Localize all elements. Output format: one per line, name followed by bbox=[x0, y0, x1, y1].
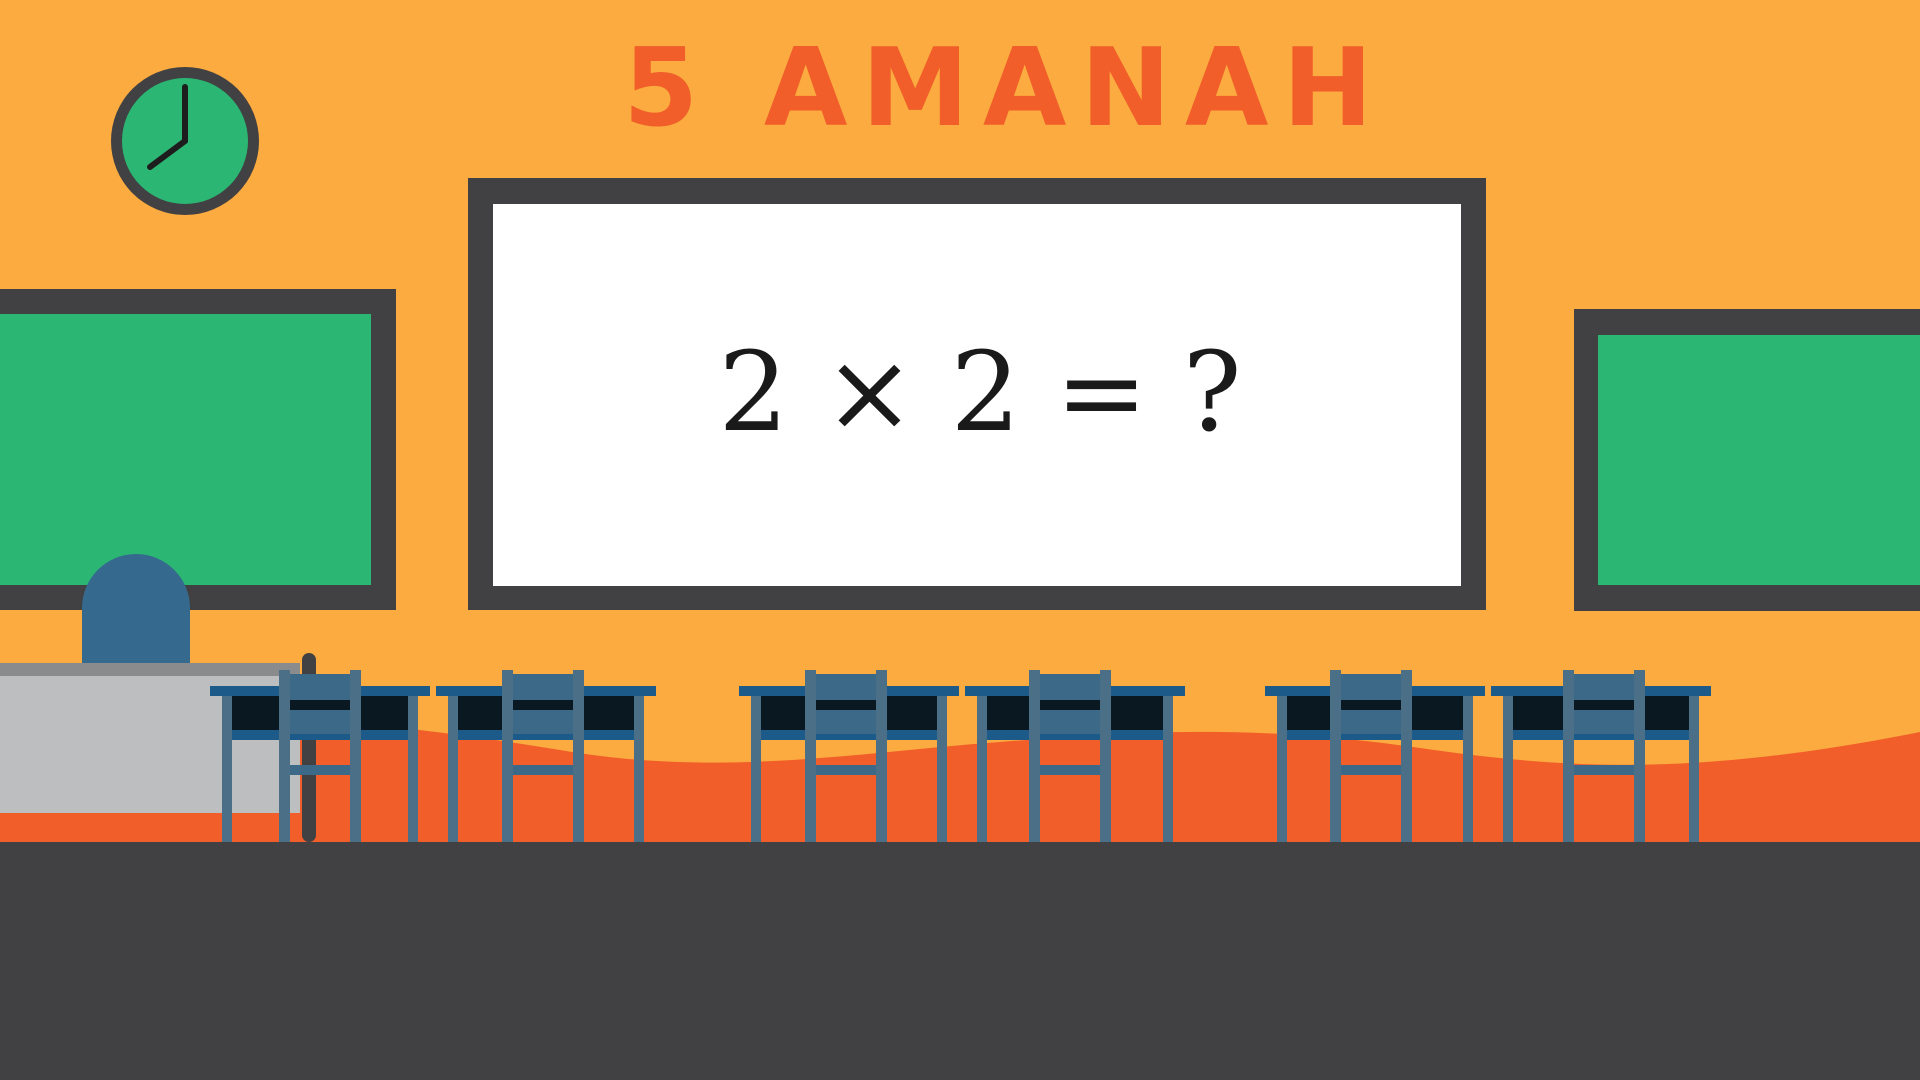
whiteboard-equation: 2 × 2 = ? bbox=[718, 328, 1241, 456]
floor bbox=[0, 842, 1920, 1080]
right-chalkboard bbox=[1574, 309, 1920, 611]
class-title: 5 AMANAH bbox=[623, 26, 1387, 151]
classroom-scene: 5 AMANAH 2 × 2 = ? bbox=[0, 0, 1920, 1080]
teacher-chair bbox=[82, 554, 190, 668]
classroom-illustration: 5 AMANAH 2 × 2 = ? bbox=[0, 0, 1920, 1080]
left-chalkboard bbox=[0, 289, 396, 610]
clock-icon bbox=[111, 67, 259, 215]
